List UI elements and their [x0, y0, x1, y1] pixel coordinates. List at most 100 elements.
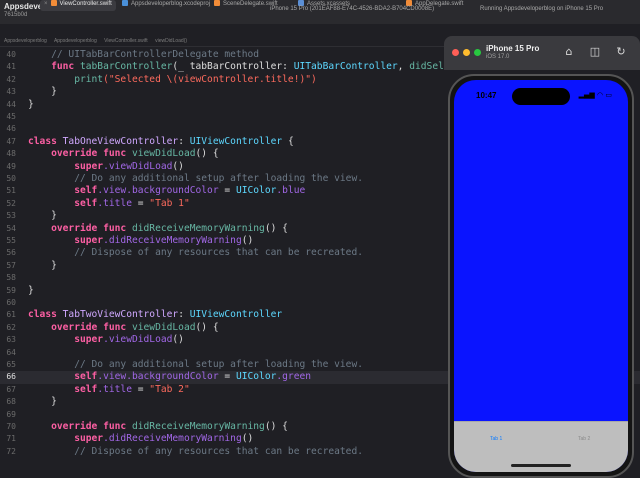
- code-token: print: [28, 73, 104, 85]
- code-token: .viewDidLoad: [103, 334, 173, 346]
- line-number[interactable]: 49: [0, 161, 16, 173]
- code-token: "Tab 1": [149, 197, 190, 209]
- code-token: override func: [28, 421, 132, 432]
- line-number[interactable]: 47: [0, 136, 16, 148]
- line-number[interactable]: 57: [0, 260, 16, 272]
- home-indicator: [511, 464, 571, 467]
- code-token: class: [28, 309, 63, 321]
- close-icon[interactable]: ×: [44, 1, 48, 7]
- close-window-button[interactable]: [452, 49, 459, 56]
- line-number[interactable]: 70: [0, 421, 16, 433]
- swift-file-icon: [214, 0, 220, 6]
- code-token: () {: [195, 148, 219, 160]
- code-token: .didReceiveMemoryWarning: [103, 433, 242, 445]
- code-token: override func: [28, 321, 132, 333]
- line-number[interactable]: 69: [0, 409, 16, 421]
- line-number[interactable]: 66: [0, 371, 16, 383]
- run-destination[interactable]: iPhone 15 Pro (201EAF88-E74C-4526-BDA2-B…: [270, 6, 434, 12]
- jumpbar-item[interactable]: Appsdeveloperblog: [4, 38, 47, 44]
- line-number[interactable]: 45: [0, 111, 16, 123]
- code-token: override func: [28, 148, 132, 160]
- code-token: (): [241, 433, 254, 445]
- jumpbar-item[interactable]: viewDidLoad(): [155, 38, 187, 44]
- code-token: func: [28, 61, 80, 73]
- code-token: class: [28, 135, 63, 147]
- code-token: didReceiveMemoryWarning: [131, 421, 265, 432]
- line-number[interactable]: 58: [0, 272, 16, 284]
- code-token: self: [28, 371, 98, 383]
- code-token: =: [218, 371, 236, 383]
- code-token: .green: [276, 371, 312, 383]
- line-number[interactable]: 44: [0, 99, 16, 111]
- code-token: :: [178, 309, 190, 321]
- line-number[interactable]: 54: [0, 223, 16, 235]
- line-number[interactable]: 59: [0, 285, 16, 297]
- minimize-window-button[interactable]: [463, 49, 470, 56]
- dynamic-island: [512, 88, 570, 105]
- line-number[interactable]: 64: [0, 347, 16, 359]
- code-token: self: [28, 197, 98, 209]
- code-token: override func: [28, 222, 132, 234]
- device-screen[interactable]: 10:47 ▂▄▆ ◠ ▭ Tab 1 Tab 2: [454, 80, 628, 472]
- code-token: UIColor: [235, 371, 277, 383]
- code-token: super: [28, 334, 104, 346]
- line-number[interactable]: 60: [0, 297, 16, 309]
- rotate-icon[interactable]: ↻: [614, 45, 628, 59]
- code-token: .view.backgroundColor: [97, 185, 219, 197]
- tab-bar-item-tab2[interactable]: Tab 2: [578, 436, 590, 442]
- code-token: UITabBarController: [293, 61, 398, 73]
- tab-xcodeproj[interactable]: Appsdeveloperblog.xcodeproj: [122, 0, 210, 11]
- tab-viewcontroller[interactable]: × ViewController.swift: [40, 0, 116, 11]
- line-number[interactable]: 67: [0, 384, 16, 396]
- code-token: UIColor: [235, 185, 277, 197]
- line-number[interactable]: 50: [0, 173, 16, 185]
- xcodeproj-icon: [122, 0, 128, 6]
- tab-bar-item-tab1[interactable]: Tab 1: [490, 436, 502, 442]
- line-number[interactable]: 72: [0, 446, 16, 458]
- simulator-toolbar: iPhone 15 Pro iOS 17.0 ⌂ ◫ ↻: [444, 36, 640, 70]
- line-number[interactable]: 46: [0, 123, 16, 135]
- code-token: tabBarController: [79, 61, 173, 73]
- code-token: .didReceiveMemoryWarning: [103, 235, 242, 246]
- line-number[interactable]: 71: [0, 433, 16, 445]
- line-number[interactable]: 63: [0, 334, 16, 346]
- line-number[interactable]: 56: [0, 247, 16, 259]
- line-number[interactable]: 68: [0, 396, 16, 408]
- code-token: () {: [195, 321, 219, 333]
- line-number[interactable]: 51: [0, 185, 16, 197]
- line-number[interactable]: 43: [0, 86, 16, 98]
- code-token: (): [172, 160, 184, 172]
- code-token: // Dispose of any resources that can be …: [28, 445, 364, 457]
- code-token: self: [28, 185, 98, 197]
- screenshot-icon[interactable]: ◫: [588, 45, 602, 59]
- line-number[interactable]: 61: [0, 309, 16, 321]
- code-token: viewDidLoad: [131, 321, 196, 333]
- code-token: UIViewController: [189, 309, 283, 321]
- line-number[interactable]: 62: [0, 322, 16, 334]
- line-number[interactable]: 53: [0, 210, 16, 222]
- home-icon[interactable]: ⌂: [562, 45, 576, 59]
- tab-bar: Tab 1 Tab 2: [454, 421, 628, 472]
- line-number[interactable]: 41: [0, 61, 16, 73]
- line-number[interactable]: 55: [0, 235, 16, 247]
- swift-file-icon: [50, 0, 57, 6]
- tab-scenedelegate[interactable]: SceneDelegate.swift: [214, 0, 278, 11]
- code-token: ("Selected \(viewController.title!)"): [103, 73, 317, 85]
- code-token: UIViewController: [189, 135, 283, 147]
- iphone-frame: 10:47 ▂▄▆ ◠ ▭ Tab 1 Tab 2: [448, 74, 634, 478]
- code-token: didReceiveMemoryWarning: [131, 222, 265, 234]
- code-token: }: [28, 86, 57, 98]
- line-number[interactable]: 42: [0, 74, 16, 86]
- code-token: .view.backgroundColor: [97, 371, 219, 383]
- line-number[interactable]: 65: [0, 359, 16, 371]
- line-number[interactable]: 40: [0, 49, 16, 61]
- jumpbar-item[interactable]: Appsdeveloperblog: [54, 38, 97, 44]
- code-token: .title: [97, 383, 132, 395]
- code-token: .viewDidLoad: [103, 160, 173, 172]
- line-number[interactable]: 52: [0, 198, 16, 210]
- zoom-window-button[interactable]: [474, 49, 481, 56]
- code-token: {: [282, 135, 294, 147]
- line-number[interactable]: 48: [0, 148, 16, 160]
- code-token: .blue: [276, 185, 306, 197]
- jumpbar-item[interactable]: ViewController.swift: [104, 38, 148, 44]
